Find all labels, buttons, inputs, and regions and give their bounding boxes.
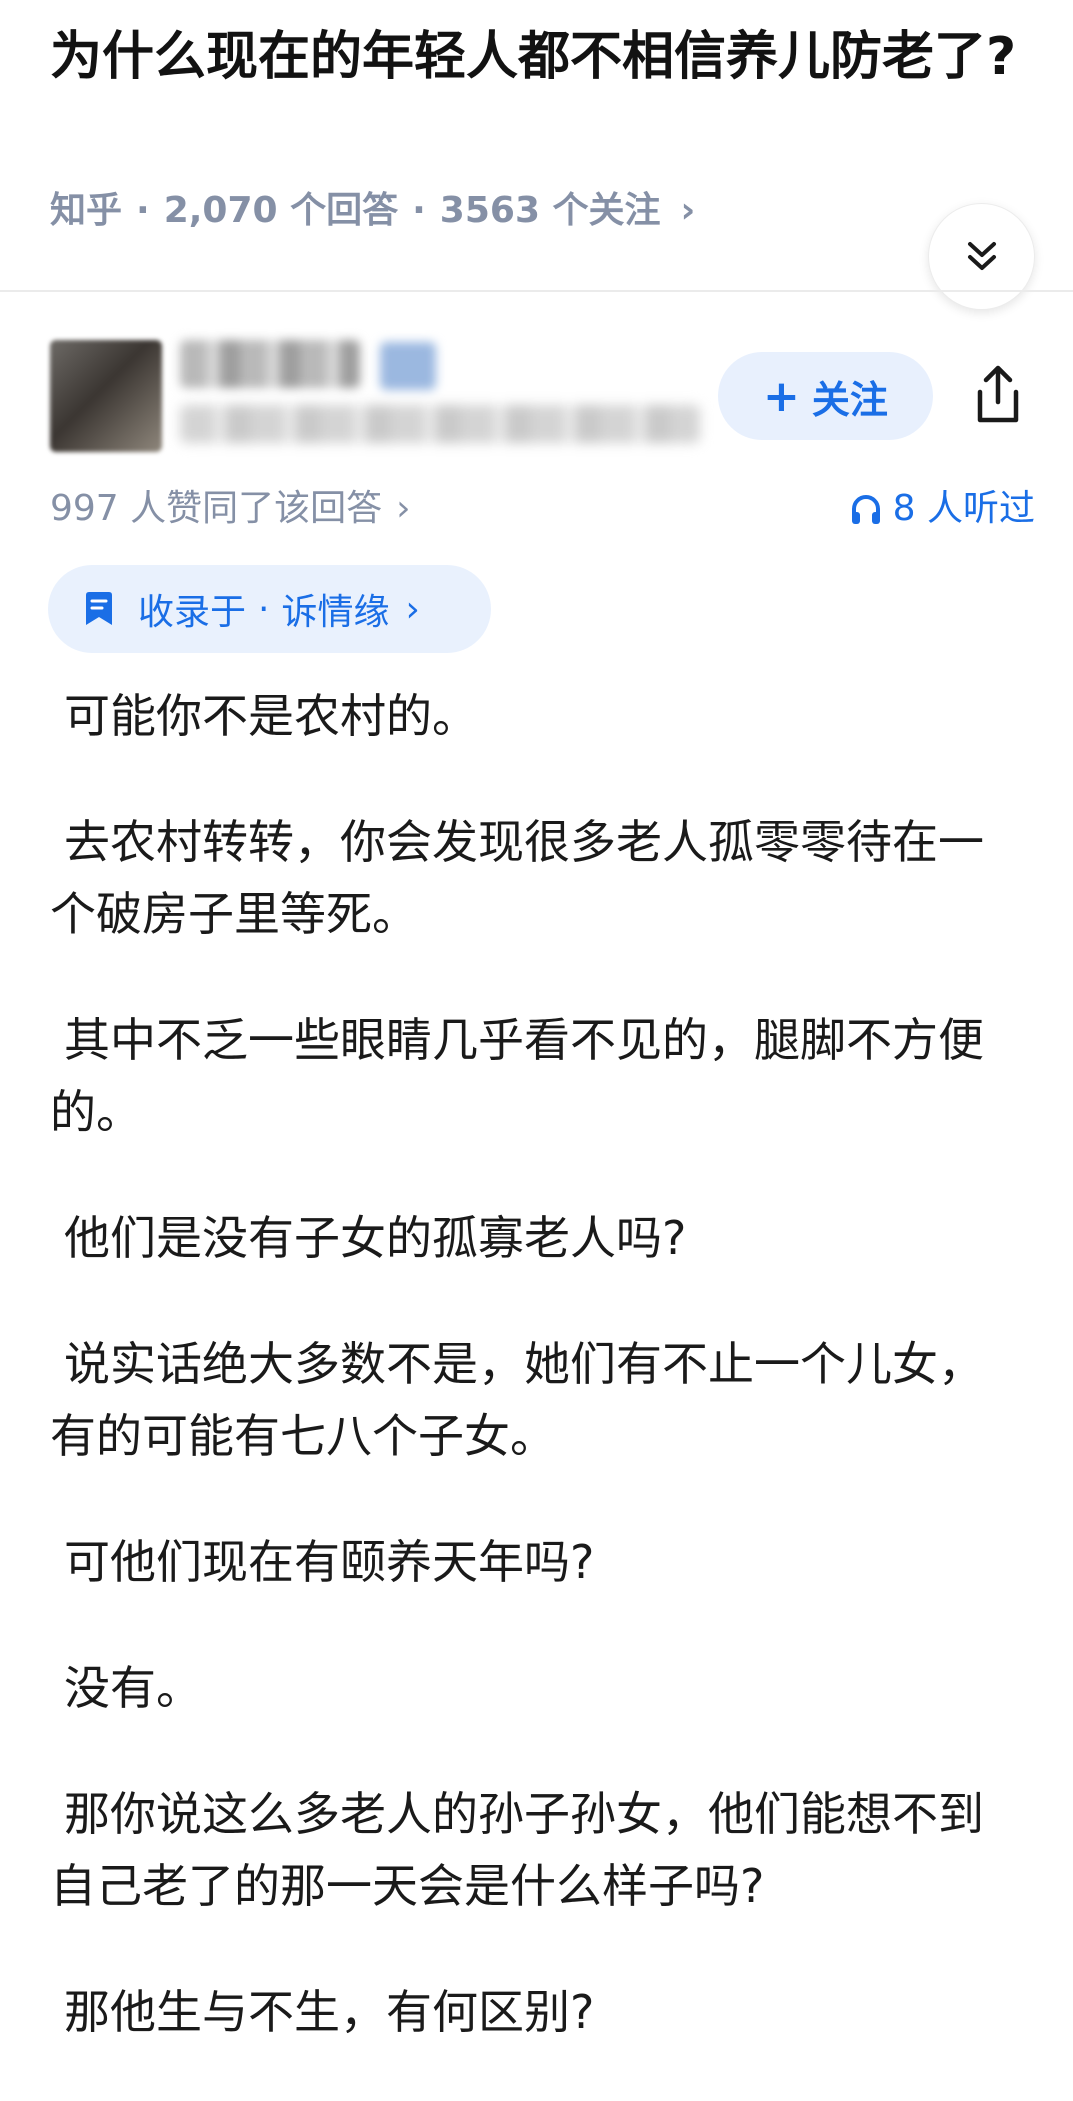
answer-paragraph: 没有。 [64,1661,202,1715]
expand-button[interactable] [928,203,1035,310]
answer-paragraph: 可能你不是农村的。 [64,689,478,743]
collection-chip[interactable]: 收录于 · 诉情缘 › [48,565,491,653]
listened-text: 8 人听过 [892,488,1035,529]
answer-paragraph: 那你说这么多老人的孙子孙女，他们能想不到自己老了的那一天会是什么样子吗? [50,1787,984,1913]
followers-count: 3563 个关注 [439,190,661,231]
collection-prefix: 收录于 [138,592,247,633]
chevron-right-icon: › [680,190,696,231]
answer-paragraph: 其中不乏一些眼睛几乎看不见的，腿脚不方便的。 [50,1013,984,1139]
author-avatar[interactable] [50,340,162,452]
answer-paragraph: 可他们现在有颐养天年吗? [64,1535,595,1589]
plus-icon: + [763,370,800,422]
headphones-icon [851,495,880,524]
answer-paragraph: 去农村转转，你会发现很多老人孤零零待在一个破房子里等死。 [50,815,984,941]
answer-body: 可能你不是农村的。 去农村转转，你会发现很多老人孤零零待在一个破房子里等死。 其… [50,680,1010,2101]
answer-paragraph: 说实话绝大多数不是，她们有不止一个儿女，有的可能有七八个子女。 [50,1337,984,1463]
question-header: 为什么现在的年轻人都不相信养儿防老了? 知乎 · 2,070 个回答 · 3563 个关… [0,0,1073,310]
answer-page: 为什么现在的年轻人都不相信养儿防老了? 知乎 · 2,070 个回答 · 3563 个关… [0,0,1073,2101]
header-divider [0,290,1073,292]
author-bio-blurred [180,405,700,443]
meta-dot: · [412,190,426,231]
question-title[interactable]: 为什么现在的年轻人都不相信养儿防老了? [50,18,1030,96]
follow-label: 关注 [811,377,888,422]
collection-dot: · [258,588,270,630]
author-badge-blurred [380,342,436,390]
meta-dot: · [136,190,150,231]
answer-paragraph: 那他生与不生，有何区别? [64,1985,595,2039]
share-button[interactable] [968,362,1028,428]
double-chevron-down-icon [967,241,996,270]
question-meta[interactable]: 知乎 · 2,070 个回答 · 3563 个关注 › [50,186,695,236]
likes-text: 997 人赞同了该回答 [50,488,383,529]
author-name-blurred[interactable] [180,340,360,388]
chevron-right-icon: › [396,488,411,529]
answer-paragraph: 他们是没有子女的孤寡老人吗? [64,1211,687,1265]
listened-count[interactable]: 8 人听过 [849,484,1035,534]
collection-name: 诉情缘 [281,592,390,633]
chevron-right-icon: › [405,588,420,630]
answers-count: 2,070 个回答 [163,190,399,231]
bookmark-icon [86,592,112,625]
source-label: 知乎 [50,190,123,231]
likes-count[interactable]: 997 人赞同了该回答 › [50,484,411,534]
follow-button[interactable]: + 关注 [718,352,933,440]
share-icon [977,365,1019,423]
